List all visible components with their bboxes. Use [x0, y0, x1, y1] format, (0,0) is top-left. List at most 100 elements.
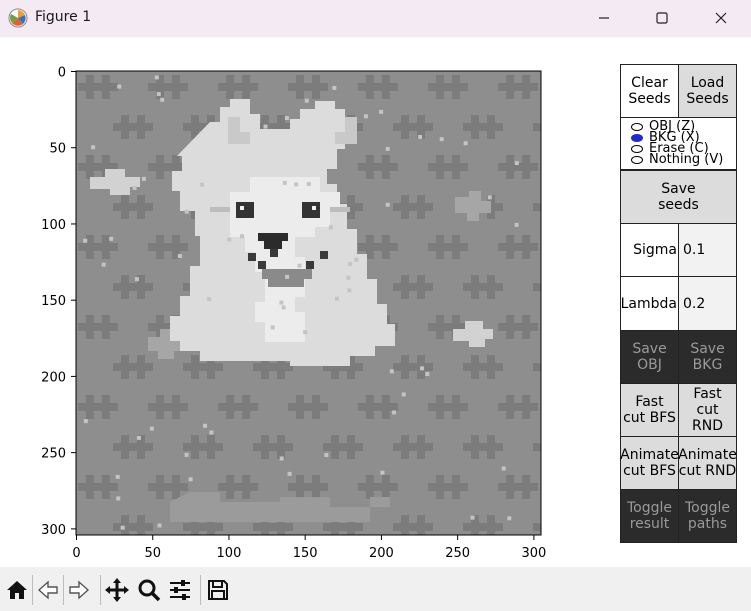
snow-dot — [207, 297, 212, 302]
y-tick-label: 50 — [49, 142, 66, 157]
snow-dot — [439, 137, 444, 142]
snow-dot — [157, 523, 162, 528]
y-tick-label: 0 — [58, 66, 66, 81]
seed-mode-radio-group: OBJ (Z) BKG (X) Erase (C) Nothing (V) — [620, 117, 737, 170]
snow-dot — [284, 116, 289, 121]
snow-dot — [401, 392, 406, 397]
forward-icon — [69, 580, 90, 600]
snow-dot — [334, 296, 339, 301]
snow-dot — [418, 134, 423, 139]
zoom-button[interactable] — [134, 575, 164, 605]
pan-icon — [105, 578, 129, 602]
snow-dot — [91, 145, 96, 150]
snow-dot — [303, 330, 308, 335]
sigma-label: Sigma — [620, 223, 679, 277]
snow-dot — [297, 263, 302, 268]
x-tick-label: 0 — [72, 546, 80, 561]
save-figure-icon — [208, 580, 228, 600]
snow-dot — [209, 430, 214, 435]
lambda-input[interactable]: 0.2 — [678, 276, 737, 331]
save-bkg-button[interactable]: Save BKG — [678, 330, 737, 384]
snow-dot — [188, 477, 193, 482]
snow-dot — [184, 209, 189, 214]
radio-erase-dot — [631, 144, 643, 153]
x-tick-label: 150 — [293, 546, 318, 561]
snow-dot — [379, 109, 384, 114]
y-tick-label: 100 — [41, 218, 66, 233]
snow-dot — [279, 456, 284, 461]
x-tick-label: 200 — [369, 546, 394, 561]
forward-button[interactable] — [64, 575, 94, 605]
snow-dot — [324, 452, 329, 457]
y-tick-label: 250 — [41, 447, 66, 462]
sigma-input[interactable]: 0.1 — [678, 223, 737, 277]
figure-canvas[interactable]: 0 50 100 150 200 250 300 0 50 100 150 200 250 300 — [0, 37, 600, 567]
lambda-label: Lambda — [620, 276, 679, 331]
snow-dot — [149, 426, 154, 431]
snow-dot — [332, 85, 337, 90]
snow-dot — [328, 225, 333, 230]
snow-dot — [389, 369, 394, 374]
snow-dot — [348, 261, 353, 266]
toggle-result-button[interactable]: Toggle result — [620, 489, 679, 543]
pan-button[interactable] — [102, 575, 132, 605]
snow-dot — [109, 236, 114, 241]
close-icon — [715, 12, 727, 24]
minimize-icon — [599, 17, 609, 19]
snow-dot — [507, 516, 512, 521]
x-tick-label: 250 — [445, 546, 470, 561]
save-obj-button[interactable]: Save OBJ — [620, 330, 679, 384]
radio-nothing[interactable]: Nothing (V) — [631, 152, 723, 167]
save-seeds-button[interactable]: Save seeds — [620, 170, 737, 224]
snow-dot — [501, 466, 506, 471]
snow-dot — [514, 222, 519, 227]
snow-dot — [270, 325, 275, 330]
snow-dot — [136, 435, 141, 440]
toggle-paths-button[interactable]: Toggle paths — [678, 489, 737, 543]
matplotlib-icon — [8, 8, 28, 28]
minimize-button[interactable] — [581, 0, 627, 37]
snow-dot — [184, 452, 189, 457]
x-axis: 0 50 100 150 200 250 300 — [72, 535, 546, 561]
back-button[interactable] — [33, 575, 63, 605]
snow-dot — [263, 124, 268, 129]
save-figure-button[interactable] — [203, 575, 233, 605]
snow-dot — [134, 277, 139, 282]
back-icon — [37, 580, 58, 600]
snow-dot — [282, 180, 287, 185]
maximize-button[interactable] — [639, 0, 685, 37]
husky-image[interactable] — [76, 71, 573, 539]
snow-dot — [385, 202, 390, 207]
snow-dot — [279, 300, 284, 305]
close-button[interactable] — [698, 0, 744, 37]
snow-dot — [83, 419, 88, 424]
snow-dot — [463, 141, 468, 146]
home-button[interactable] — [2, 575, 32, 605]
y-axis: 0 50 100 150 200 250 300 — [41, 66, 76, 538]
snow-dot — [115, 474, 120, 479]
configure-subplots-button[interactable] — [165, 575, 195, 605]
snow-dot — [380, 470, 385, 475]
radio-obj-dot — [631, 122, 643, 131]
snow-dot — [304, 98, 309, 103]
snow-dot — [116, 496, 121, 501]
snow-dot — [200, 182, 205, 187]
toolbar-separator — [200, 575, 201, 605]
fast-cut-bfs-button[interactable]: Fast cut BFS — [620, 383, 679, 437]
clear-seeds-button[interactable]: Clear Seeds — [620, 64, 679, 118]
window-title: Figure 1 — [35, 9, 92, 25]
snow-dot — [425, 372, 430, 377]
snow-dot — [487, 195, 492, 200]
animate-cut-bfs-button[interactable]: Animate cut BFS — [620, 436, 679, 490]
snow-dot — [203, 423, 208, 428]
navigation-toolbar — [0, 567, 751, 611]
snow-dot — [177, 254, 182, 259]
x-tick-label: 100 — [217, 546, 242, 561]
image-axes[interactable]: 0 50 100 150 200 250 300 0 50 100 150 200 250 300 — [0, 37, 600, 567]
snow-dot — [294, 182, 299, 187]
fast-cut-rnd-button[interactable]: Fast cut RND — [678, 383, 737, 437]
load-seeds-button[interactable]: Load Seeds — [678, 64, 737, 118]
snow-dot — [281, 305, 286, 310]
snow-dot — [285, 274, 290, 279]
animate-cut-rnd-button[interactable]: Animate cut RND — [678, 436, 737, 490]
